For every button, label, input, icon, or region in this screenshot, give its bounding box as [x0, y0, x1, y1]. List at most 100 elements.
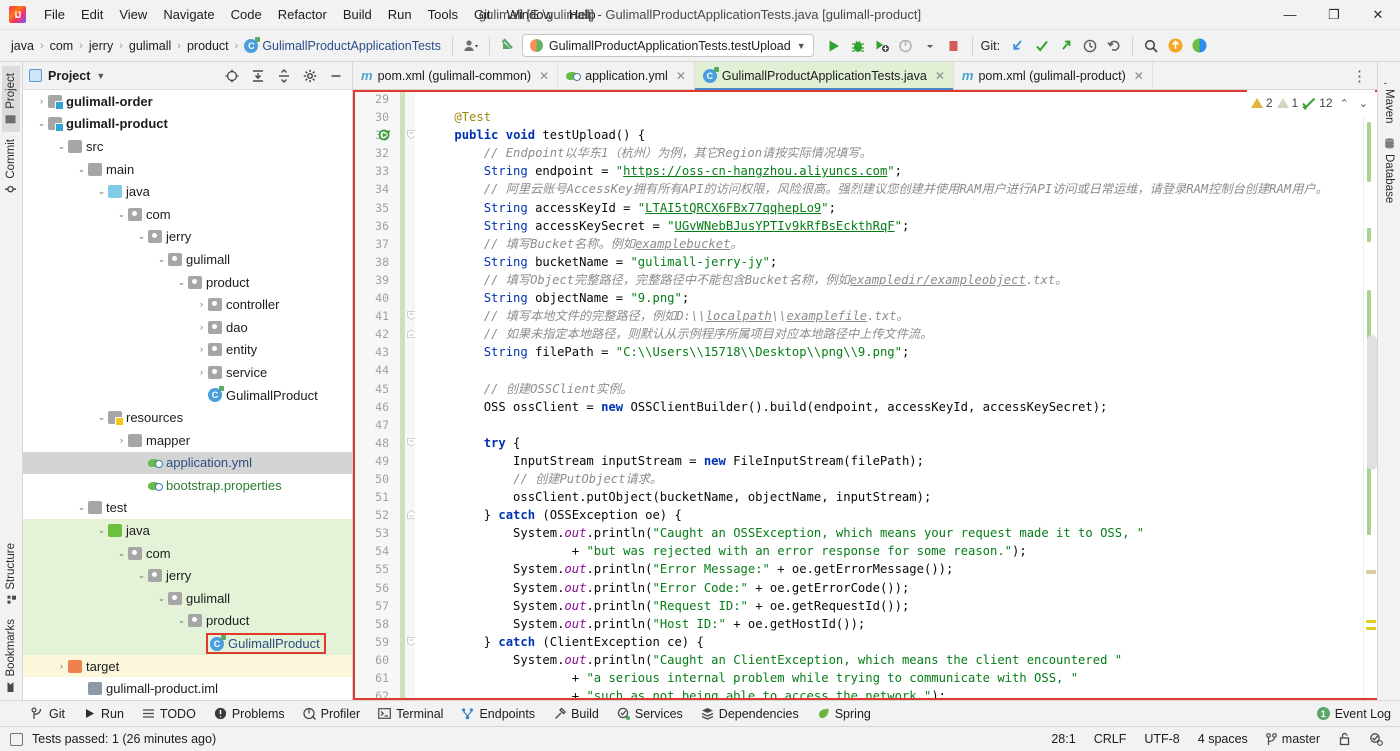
gutter-line-59[interactable]: 59	[353, 633, 416, 651]
chevron-down-icon-toolbar[interactable]	[918, 35, 942, 57]
tree-node-gulimall-order[interactable]: › gulimall-order	[23, 90, 352, 113]
menu-item-navigate[interactable]: Navigate	[155, 4, 222, 25]
tree-node-gulimall-product[interactable]: ⌄ gulimall-product	[23, 113, 352, 136]
gutter-line-58[interactable]: 58	[353, 615, 415, 633]
code-line-59[interactable]: } catch (ClientException ce) {	[425, 633, 1363, 651]
tree-node-product[interactable]: ⌄ product	[23, 609, 352, 633]
select-opened-file-icon[interactable]	[222, 66, 242, 86]
bottom-tool-run[interactable]: Run	[74, 704, 133, 724]
tree-node-gulimall-product-iml[interactable]: gulimall-product.iml	[23, 677, 352, 700]
chevron-down-icon[interactable]: ⌄	[115, 548, 128, 558]
gutter-line-50[interactable]: 50	[353, 470, 415, 488]
code-line-42[interactable]: // 如果未指定本地路径，则默认从示例程序所属项目对应本地路径中上传文件流。	[425, 325, 1363, 343]
chevron-right-icon[interactable]: ›	[35, 96, 48, 106]
menu-item-window[interactable]: Window	[499, 4, 561, 25]
menu-item-build[interactable]: Build	[335, 4, 380, 25]
file-encoding[interactable]: UTF-8	[1135, 732, 1188, 746]
gutter-line-31[interactable]: 31	[353, 126, 416, 144]
tree-node-bootstrap-properties[interactable]: bootstrap.properties	[23, 474, 352, 497]
maximize-button[interactable]: ❐	[1312, 0, 1356, 30]
gutter-line-49[interactable]: 49	[353, 452, 415, 470]
code-line-54[interactable]: + "but was rejected with an error respon…	[425, 542, 1363, 560]
project-tree[interactable]: › gulimall-order ⌄ gulimall-product ⌄ src ⌄ mai…	[23, 90, 352, 700]
chevron-right-icon[interactable]: ›	[115, 435, 128, 445]
bottom-tool-git[interactable]: Git	[22, 704, 74, 724]
code-line-57[interactable]: System.out.println("Request ID:" + oe.ge…	[425, 597, 1363, 615]
chevron-right-icon[interactable]: ›	[195, 367, 208, 377]
warning-count[interactable]: 2	[1250, 96, 1273, 110]
profile-icon[interactable]	[459, 35, 483, 57]
menu-item-file[interactable]: File	[36, 4, 73, 25]
gutter-line-38[interactable]: 38	[353, 253, 415, 271]
bottom-tool-profiler[interactable]: Profiler	[294, 704, 370, 724]
menu-item-git[interactable]: Git	[466, 4, 499, 25]
run-icon[interactable]	[822, 35, 846, 57]
tree-node-gulimallproduct[interactable]: C GulimallProduct	[23, 384, 352, 407]
gutter-line-32[interactable]: 32	[353, 144, 415, 162]
bottom-tool-todo[interactable]: TODO	[133, 704, 205, 724]
gutter-line-44[interactable]: 44	[353, 361, 415, 379]
gutter-line-39[interactable]: 39	[353, 271, 415, 289]
chevron-down-icon[interactable]: ⌄	[95, 413, 108, 422]
bottom-tool-endpoints[interactable]: Endpoints	[452, 704, 544, 724]
settings-gear-icon[interactable]	[300, 66, 320, 86]
tree-node-service[interactable]: › service	[23, 361, 352, 384]
gutter-line-34[interactable]: 34	[353, 180, 415, 198]
update-project-icon[interactable]	[496, 35, 520, 57]
code-text-area[interactable]: @Test public void testUpload() { // Endp…	[415, 90, 1363, 700]
code-line-60[interactable]: System.out.println("Caught an ClientExce…	[425, 651, 1363, 669]
gutter-line-53[interactable]: 53	[353, 524, 415, 542]
tree-node-controller[interactable]: › controller	[23, 293, 352, 316]
gutter-line-48[interactable]: 48	[353, 434, 416, 452]
rollback-icon[interactable]	[1102, 35, 1126, 57]
git-branch-widget[interactable]: master	[1257, 732, 1329, 746]
close-icon[interactable]: ✕	[1134, 69, 1144, 83]
chevron-down-icon[interactable]: ⌄	[35, 119, 48, 128]
tree-node-resources[interactable]: ⌄ resources	[23, 406, 352, 429]
code-line-37[interactable]: // 填写Bucket名称。例如examplebucket。	[425, 235, 1363, 253]
menu-item-code[interactable]: Code	[223, 4, 270, 25]
chevron-down-icon[interactable]: ⌄	[155, 593, 168, 603]
tree-node-com[interactable]: ⌄ com	[23, 203, 352, 226]
close-icon[interactable]: ✕	[539, 69, 549, 83]
tree-node-target[interactable]: › target	[23, 654, 352, 678]
editor-tabs-overflow-icon[interactable]: ⋮	[1342, 62, 1377, 89]
weak-warning-count[interactable]: 1	[1276, 96, 1298, 110]
notifications-icon[interactable]	[1163, 35, 1187, 57]
code-line-31[interactable]: public void testUpload() {	[425, 126, 1363, 144]
editor-tab-gulimallproductapplicationtests-java[interactable]: C GulimallProductApplicationTests.java ✕	[694, 62, 954, 90]
tree-node-jerry[interactable]: ⌄ jerry	[23, 226, 352, 249]
gutter-line-51[interactable]: 51	[353, 488, 415, 506]
menu-item-run[interactable]: Run	[380, 4, 420, 25]
gutter-line-60[interactable]: 60	[353, 651, 415, 669]
code-line-51[interactable]: ossClient.putObject(bucketName, objectNa…	[425, 488, 1363, 506]
close-icon[interactable]: ✕	[935, 69, 945, 83]
gutter-line-40[interactable]: 40	[353, 289, 415, 307]
history-icon[interactable]	[1078, 35, 1102, 57]
tree-node-product[interactable]: ⌄ product	[23, 271, 352, 294]
gutter-line-41[interactable]: 41	[353, 307, 416, 325]
git-update-icon[interactable]	[1006, 35, 1030, 57]
chevron-down-icon[interactable]: ⌄	[175, 616, 188, 625]
stop-icon[interactable]	[942, 35, 966, 57]
gutter-line-54[interactable]: 54	[353, 542, 415, 560]
run-test-gutter-icon[interactable]	[379, 129, 391, 141]
chevron-down-icon[interactable]: ⌄	[155, 254, 168, 264]
caret-position[interactable]: 28:1	[1042, 732, 1084, 746]
tool-window-button-structure[interactable]: Structure	[2, 536, 20, 613]
breadcrumb-item-product[interactable]: product	[182, 37, 234, 55]
tree-node-java[interactable]: ⌄ java	[23, 519, 352, 542]
chevron-down-icon[interactable]: ⌄	[135, 571, 148, 580]
gutter-line-36[interactable]: 36	[353, 217, 415, 235]
status-message[interactable]: Tests passed: 1 (26 minutes ago)	[23, 732, 225, 746]
tree-node-mapper[interactable]: › mapper	[23, 429, 352, 452]
editor-scrollbar-thumb[interactable]	[1367, 335, 1377, 470]
breadcrumb-item-com[interactable]: com	[45, 37, 79, 55]
menu-item-help[interactable]: Help	[561, 4, 604, 25]
breadcrumb-item-gulimallproductapplicationtests[interactable]: C GulimallProductApplicationTests	[239, 36, 446, 55]
bottom-tool-spring[interactable]: Spring	[808, 704, 880, 724]
code-line-44[interactable]	[425, 361, 1363, 379]
editor-marker-bar[interactable]	[1363, 90, 1377, 700]
code-line-53[interactable]: System.out.println("Caught an OSSExcepti…	[425, 524, 1363, 542]
line-separator[interactable]: CRLF	[1085, 732, 1136, 746]
